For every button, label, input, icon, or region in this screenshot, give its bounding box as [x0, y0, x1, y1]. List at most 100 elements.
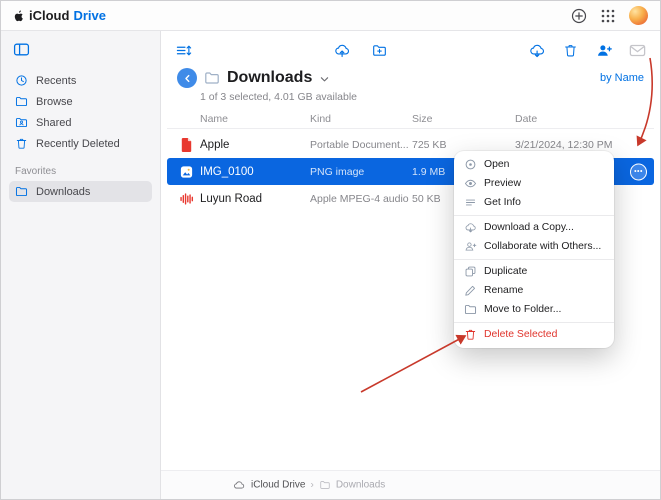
file-name: Apple	[200, 139, 310, 151]
mail-icon[interactable]	[629, 43, 646, 58]
pdf-file-icon	[179, 137, 194, 153]
folder-header: Downloads by Name	[161, 61, 660, 88]
column-header-kind[interactable]: Kind	[310, 113, 412, 125]
breadcrumb: iCloud Drive › Downloads	[232, 480, 385, 491]
page-title: Downloads	[227, 69, 312, 87]
menu-item-collaborate[interactable]: Collaborate with Others...	[454, 237, 614, 256]
preview-icon	[464, 177, 477, 190]
sidebar-item-browse[interactable]: Browse	[9, 91, 152, 112]
sidebar-item-recents[interactable]: Recents	[9, 70, 152, 91]
sidebar-item-shared[interactable]: Shared	[9, 112, 152, 133]
row-actions-button[interactable]: •••	[630, 163, 647, 180]
column-header-name[interactable]: Name	[200, 113, 310, 125]
download-copy-icon	[464, 221, 477, 234]
brand-accent: Drive	[73, 8, 106, 23]
sidebar: Recents Browse Shared Recently Deleted F…	[1, 31, 161, 499]
open-icon	[464, 158, 477, 171]
new-folder-icon[interactable]	[371, 43, 388, 58]
file-kind: PNG image	[310, 166, 412, 178]
back-button[interactable]	[177, 68, 197, 88]
sidebar-item-downloads[interactable]: Downloads	[9, 181, 152, 202]
footer: iCloud Drive › Downloads	[161, 470, 660, 499]
selection-status: 1 of 3 selected, 4.01 GB available	[161, 88, 660, 103]
toolbar-right-group	[528, 43, 646, 58]
menu-item-label: Open	[484, 159, 509, 170]
breadcrumb-separator: ›	[310, 480, 313, 491]
menu-item-label: Preview	[484, 178, 521, 189]
file-kind: Apple MPEG-4 audio	[310, 193, 412, 205]
icloud-drive-window: iCloud Drive Recents Browse	[0, 0, 661, 500]
sidebar-item-recently-deleted[interactable]: Recently Deleted	[9, 133, 152, 154]
menu-item-label: Collaborate with Others...	[484, 241, 601, 252]
shared-folder-icon	[15, 116, 28, 129]
get-info-icon	[464, 196, 477, 209]
add-circle-icon[interactable]	[571, 8, 587, 24]
delete-icon[interactable]	[562, 43, 579, 58]
file-name: Luyun Road	[200, 193, 310, 205]
menu-item-label: Delete Selected	[484, 329, 557, 340]
brand-name: iCloud	[29, 8, 69, 23]
sidebar-nav: Recents Browse Shared Recently Deleted	[9, 70, 152, 154]
menu-item-label: Rename	[484, 285, 523, 296]
app-brand: iCloud Drive	[13, 8, 106, 23]
file-name: IMG_0100	[200, 166, 310, 178]
menu-item-duplicate[interactable]: Duplicate	[454, 262, 614, 281]
menu-separator	[454, 259, 614, 260]
sidebar-item-label: Recents	[36, 75, 76, 87]
sidebar-toggle-icon[interactable]	[13, 41, 30, 58]
trash-icon	[15, 137, 28, 150]
menu-item-label: Download a Copy...	[484, 222, 574, 233]
avatar[interactable]	[629, 6, 648, 25]
topbar-actions	[571, 6, 648, 25]
delete-icon	[464, 328, 477, 341]
breadcrumb-root[interactable]: iCloud Drive	[251, 480, 305, 491]
menu-item-rename[interactable]: Rename	[454, 281, 614, 300]
duplicate-icon	[464, 265, 477, 278]
file-date: 3/21/2024, 12:30 PM	[515, 139, 644, 151]
rename-icon	[464, 284, 477, 297]
move-folder-icon	[464, 303, 477, 316]
sidebar-section-favorites: Favorites	[15, 166, 152, 177]
chevron-left-icon	[182, 73, 193, 84]
file-size: 725 KB	[412, 139, 515, 151]
folder-icon	[15, 95, 28, 108]
file-kind: Portable Document...	[310, 139, 412, 151]
menu-separator	[454, 215, 614, 216]
upload-icon[interactable]	[333, 43, 351, 58]
topbar: iCloud Drive	[1, 1, 660, 31]
menu-item-get-info[interactable]: Get Info	[454, 193, 614, 212]
menu-item-download-copy[interactable]: Download a Copy...	[454, 218, 614, 237]
audio-file-icon	[179, 191, 194, 207]
menu-item-open[interactable]: Open	[454, 155, 614, 174]
apps-grid-icon[interactable]	[600, 8, 616, 24]
apple-logo-icon	[13, 8, 25, 23]
column-header-size[interactable]: Size	[412, 113, 515, 125]
icloud-icon	[232, 480, 246, 491]
menu-item-move-to-folder[interactable]: Move to Folder...	[454, 300, 614, 319]
menu-item-delete-selected[interactable]: Delete Selected	[454, 325, 614, 344]
clock-icon	[15, 74, 28, 87]
chevron-down-icon[interactable]	[319, 74, 330, 85]
download-icon[interactable]	[528, 43, 546, 58]
image-file-icon	[179, 164, 194, 180]
list-toolbar	[161, 31, 660, 61]
sidebar-item-label: Recently Deleted	[36, 138, 120, 150]
menu-item-label: Duplicate	[484, 266, 527, 277]
sidebar-item-label: Downloads	[36, 186, 90, 198]
menu-separator	[454, 322, 614, 323]
sidebar-item-label: Shared	[36, 117, 71, 129]
folder-icon	[15, 185, 28, 198]
view-sort-icon[interactable]	[175, 43, 193, 58]
context-menu: Open Preview Get Info Download a Copy...…	[454, 151, 614, 348]
toolbar-center-group	[333, 43, 388, 58]
collaborate-icon	[464, 240, 477, 253]
column-header-date[interactable]: Date	[515, 113, 644, 125]
folder-icon	[319, 480, 331, 491]
menu-item-label: Move to Folder...	[484, 304, 561, 315]
menu-item-label: Get Info	[484, 197, 521, 208]
table-header: Name Kind Size Date	[167, 109, 654, 129]
menu-item-preview[interactable]: Preview	[454, 174, 614, 193]
collaborate-icon[interactable]	[595, 43, 613, 58]
sidebar-item-label: Browse	[36, 96, 73, 108]
sort-button[interactable]: by Name	[600, 72, 644, 84]
